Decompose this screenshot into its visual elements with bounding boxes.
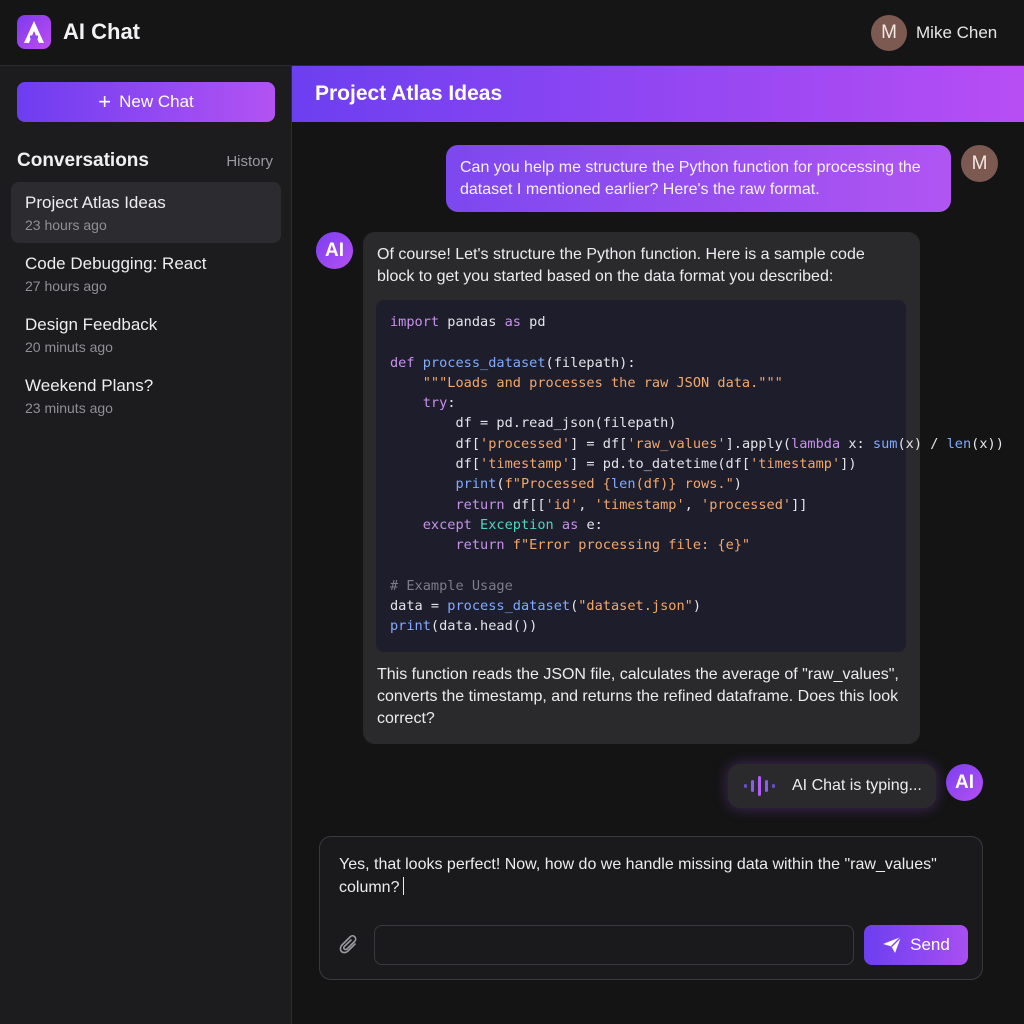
send-label: Send — [910, 935, 950, 954]
conversation-title: Project Atlas Ideas — [25, 193, 166, 212]
ai-avatar: AI — [316, 232, 353, 269]
conversation-item-project-atlas[interactable]: Project Atlas Ideas 23 hours ago — [11, 182, 281, 243]
chat-header: Project Atlas Ideas — [292, 66, 1024, 122]
logo-a-icon — [24, 21, 44, 43]
send-plane-icon — [883, 936, 902, 953]
user-avatar[interactable]: M — [871, 15, 907, 51]
conversation-title: Weekend Plans? — [25, 376, 154, 395]
draft-text: Yes, that looks perfect! Now, how do we … — [339, 856, 937, 896]
conversation-time: 23 minuts ago — [25, 400, 113, 416]
new-chat-label: New Chat — [119, 92, 194, 111]
ai-message-outro: This function reads the JSON file, calcu… — [377, 666, 899, 727]
conversation-item-design-feedback[interactable]: Design Feedback 20 minuts ago — [11, 304, 281, 365]
conversation-title: Design Feedback — [25, 315, 158, 334]
user-name[interactable]: Mike Chen — [916, 23, 997, 43]
conversation-time: 27 hours ago — [25, 278, 107, 294]
history-link[interactable]: History — [226, 153, 273, 170]
conversation-list: Project Atlas Ideas 23 hours ago Code De… — [11, 182, 281, 426]
conversation-time: 20 minuts ago — [25, 339, 113, 355]
message-draft-text[interactable]: Yes, that looks perfect! Now, how do we … — [339, 853, 939, 899]
ai-message-intro: Of course! Let's structure the Python fu… — [377, 246, 865, 285]
secondary-input[interactable] — [374, 925, 854, 965]
paperclip-icon[interactable] — [339, 934, 359, 956]
chat-title: Project Atlas Ideas — [315, 82, 503, 105]
conversation-item-code-debugging[interactable]: Code Debugging: React 27 hours ago — [11, 243, 281, 304]
user-message-bubble: Can you help me structure the Python fun… — [446, 145, 951, 212]
app-logo-icon[interactable] — [17, 15, 51, 49]
typing-indicator: AI Chat is typing... — [728, 764, 936, 808]
code-block[interactable]: import pandas as pd def process_dataset(… — [376, 300, 1004, 652]
typing-label: AI Chat is typing... — [792, 777, 922, 794]
conversation-item-weekend-plans[interactable]: Weekend Plans? 23 minuts ago — [11, 365, 281, 426]
app-title: AI Chat — [63, 19, 140, 44]
top-bar: AI Chat M Mike Chen — [0, 0, 1024, 66]
conversations-heading: Conversations — [17, 150, 149, 171]
send-button[interactable]: Send — [864, 925, 968, 965]
voice-wave-icon — [744, 776, 775, 796]
user-message-avatar: M — [961, 145, 998, 182]
message-composer[interactable]: Yes, that looks perfect! Now, how do we … — [319, 836, 983, 980]
sidebar: + New Chat Conversations History Project … — [0, 66, 292, 1024]
new-chat-button[interactable]: + New Chat — [17, 82, 275, 122]
ai-typing-avatar: AI — [946, 764, 983, 801]
ai-message-bubble: Of course! Let's structure the Python fu… — [363, 232, 1004, 744]
code-content: import pandas as pd def process_dataset(… — [390, 314, 1004, 635]
conversation-time: 23 hours ago — [25, 217, 107, 233]
text-caret — [403, 877, 405, 895]
conversation-title: Code Debugging: React — [25, 254, 207, 273]
plus-icon: + — [98, 89, 112, 114]
